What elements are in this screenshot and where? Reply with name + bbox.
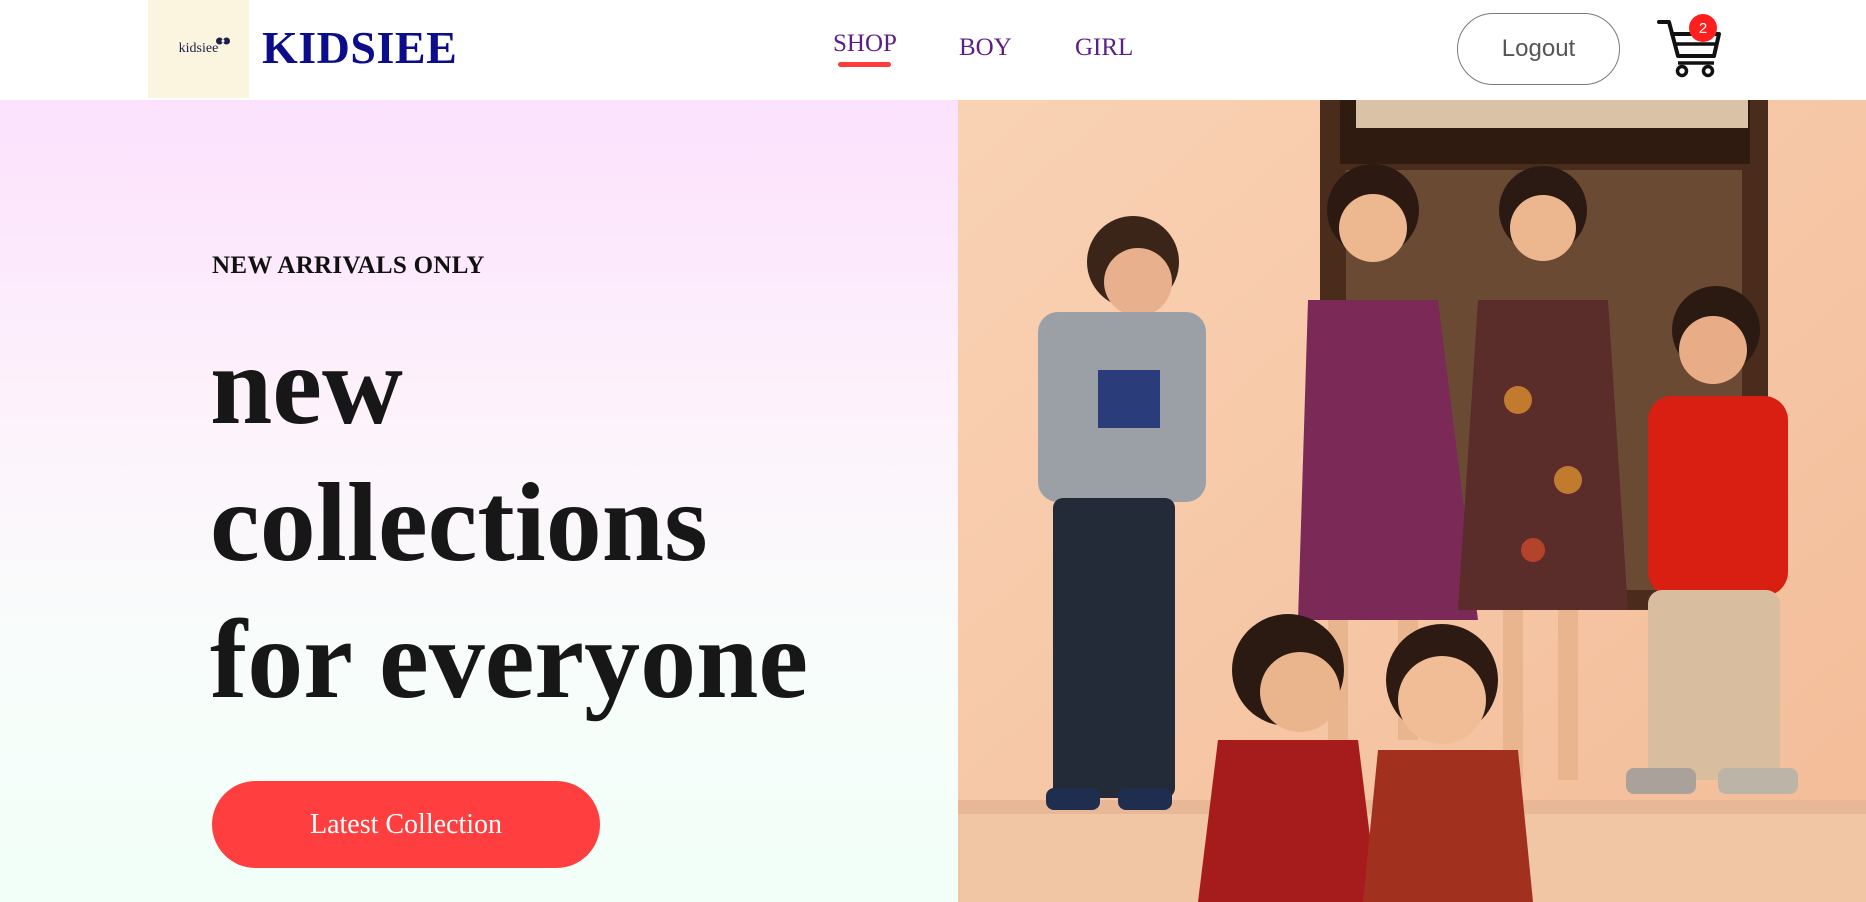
cart-count-badge: 2 — [1689, 14, 1717, 42]
nav-shop[interactable]: SHOP — [833, 30, 897, 58]
logo-text: kidsiee — [178, 41, 219, 56]
brand-name[interactable]: KIDSIEE — [262, 22, 457, 74]
headline-line: new — [210, 324, 403, 448]
brand-logo[interactable]: kidsiee — [148, 0, 249, 98]
hero-image — [958, 100, 1866, 902]
latest-collection-button[interactable]: Latest Collection — [212, 781, 600, 868]
hero-text-panel: NEW ARRIVALS ONLY new collections for ev… — [0, 100, 958, 902]
logout-button[interactable]: Logout — [1457, 13, 1620, 85]
active-nav-indicator — [838, 62, 891, 67]
hero-section: NEW ARRIVALS ONLY new collections for ev… — [0, 100, 1866, 902]
nav-boy[interactable]: BOY — [959, 34, 1012, 62]
children-photo-illustration — [958, 100, 1866, 902]
bow-icon — [216, 36, 258, 49]
hero-eyebrow: NEW ARRIVALS ONLY — [212, 252, 485, 279]
headline-line: collections — [210, 461, 708, 585]
headline-line: for everyone — [210, 598, 809, 722]
nav-girl[interactable]: GIRL — [1075, 34, 1133, 62]
navbar: kidsiee KIDSIEE SHOP BOY GIRL Logout 2 — [0, 0, 1866, 100]
hero-headline: new collections for everyone — [210, 318, 930, 729]
